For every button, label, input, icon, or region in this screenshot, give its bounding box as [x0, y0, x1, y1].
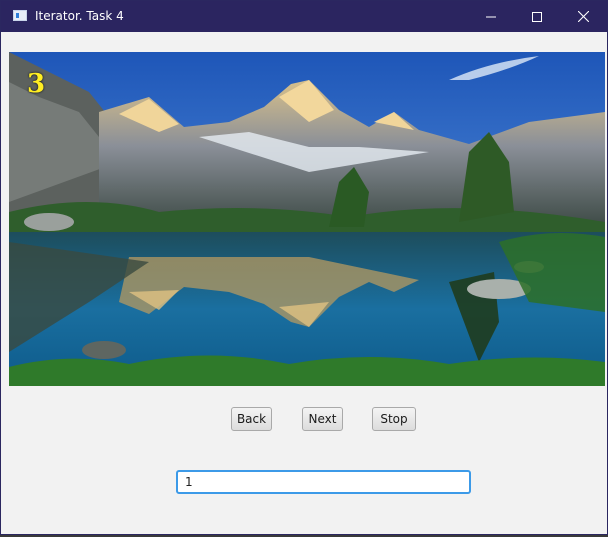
window-title: Iterator. Task 4: [35, 9, 124, 23]
maximize-button[interactable]: [514, 1, 560, 32]
app-icon: [13, 10, 27, 21]
next-button[interactable]: Next: [302, 407, 343, 431]
stop-button[interactable]: Stop: [372, 407, 416, 431]
interval-input[interactable]: [176, 470, 471, 494]
slideshow-image: 3: [9, 52, 605, 386]
back-button[interactable]: Back: [231, 407, 272, 431]
close-icon: [577, 11, 589, 22]
slide-counter: 3: [27, 69, 46, 99]
close-button[interactable]: [560, 1, 606, 32]
landscape-picture: [9, 52, 605, 386]
title-bar[interactable]: Iterator. Task 4: [1, 1, 607, 32]
minimize-button[interactable]: [468, 1, 514, 32]
app-window: Iterator. Task 4 3 Back Next Stop 1: [0, 0, 608, 535]
minimize-icon: [486, 16, 496, 17]
maximize-icon: [532, 11, 542, 22]
